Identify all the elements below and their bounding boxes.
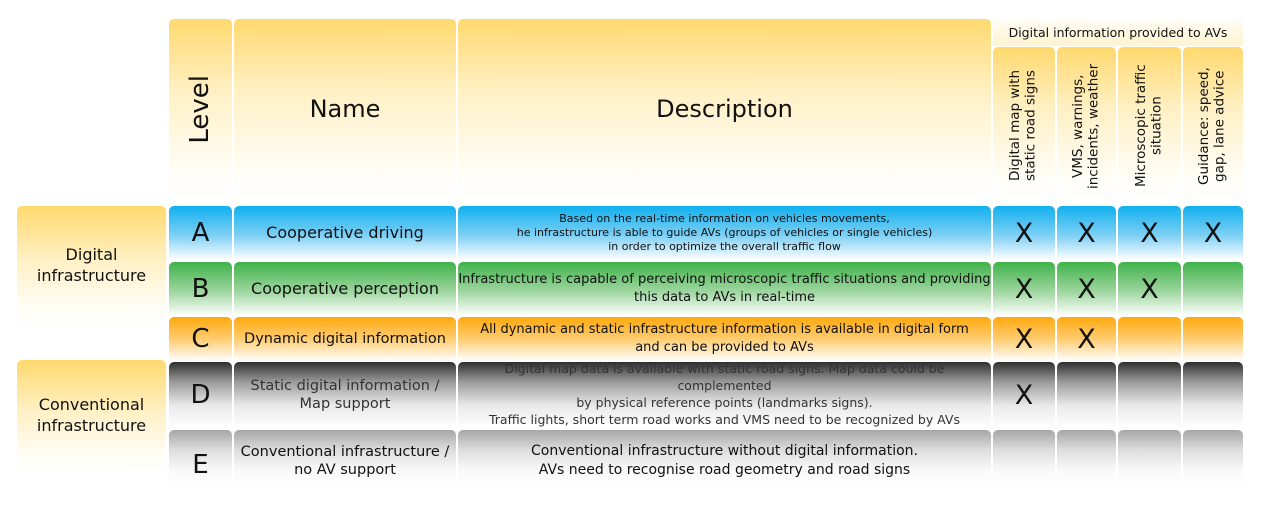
mark-cell-B-1: X bbox=[993, 262, 1055, 316]
name-cell-A: Cooperative driving bbox=[234, 206, 456, 260]
header-info-col-4: Guidance: speed, gap, lane advice bbox=[1183, 47, 1243, 199]
level-letter: E bbox=[192, 450, 209, 480]
header-level-label: Level bbox=[184, 74, 215, 144]
header-name: Name bbox=[234, 19, 456, 199]
x-mark: X bbox=[1140, 273, 1159, 305]
header-info-col-4-label: Guidance: speed, gap, lane advice bbox=[1196, 67, 1228, 185]
header-description-label: Description bbox=[656, 95, 793, 123]
mark-cell-A-2: X bbox=[1057, 206, 1116, 260]
level-letter: B bbox=[191, 274, 210, 304]
header-digital-info-group-label: Digital information provided to AVs bbox=[1008, 25, 1228, 40]
level-letter: D bbox=[190, 380, 211, 410]
mark-cell-C-2: X bbox=[1057, 317, 1116, 361]
name-cell-C: Dynamic digital information bbox=[234, 317, 456, 361]
mark-cell-B-4 bbox=[1183, 262, 1243, 316]
header-level: Level bbox=[169, 19, 232, 199]
group-conventional-infrastructure: Conventional infrastructure bbox=[17, 360, 166, 472]
name-cell-E: Conventional infrastructure / no AV supp… bbox=[234, 430, 456, 486]
level-name: Dynamic digital information bbox=[244, 330, 446, 347]
mark-cell-B-3: X bbox=[1118, 262, 1181, 316]
level-letter: A bbox=[191, 218, 210, 248]
level-description: Conventional infrastructure without digi… bbox=[530, 443, 919, 478]
mark-cell-A-4: X bbox=[1183, 206, 1243, 260]
description-cell-D: Digital map data is available with stati… bbox=[458, 361, 991, 428]
header-digital-info-group: Digital information provided to AVs bbox=[993, 19, 1243, 46]
level-description: Infrastructure is capable of perceiving … bbox=[458, 272, 991, 305]
header-info-col-2: VMS, warnings, incidents, weather bbox=[1057, 47, 1116, 199]
mark-cell-C-4 bbox=[1183, 317, 1243, 361]
header-info-col-2-label: VMS, warnings, incidents, weather bbox=[1069, 63, 1102, 189]
level-cell-A: A bbox=[169, 206, 232, 260]
mark-cell-C-1: X bbox=[993, 317, 1055, 361]
level-name: Cooperative driving bbox=[266, 223, 424, 242]
level-name: Conventional infrastructure / no AV supp… bbox=[240, 443, 450, 478]
x-mark: X bbox=[1140, 217, 1159, 249]
mark-cell-D-3 bbox=[1118, 362, 1181, 428]
description-cell-C: All dynamic and static infrastructure in… bbox=[458, 317, 991, 361]
name-cell-D: Static digital information / Map support bbox=[234, 362, 456, 428]
x-mark: X bbox=[1077, 217, 1096, 249]
level-cell-B: B bbox=[169, 262, 232, 316]
header-info-col-3: Microscopic traffic situation bbox=[1118, 47, 1181, 199]
x-mark: X bbox=[1014, 323, 1034, 355]
description-cell-E: Conventional infrastructure without digi… bbox=[458, 430, 991, 486]
level-letter: C bbox=[191, 324, 210, 354]
x-mark: X bbox=[1014, 379, 1034, 411]
mark-cell-E-1 bbox=[993, 430, 1055, 486]
mark-cell-B-2: X bbox=[1057, 262, 1116, 316]
group-digital-infrastructure: Digital infrastructure bbox=[17, 206, 166, 326]
x-mark: X bbox=[1077, 323, 1096, 355]
level-cell-C: C bbox=[169, 317, 232, 361]
description-cell-A: Based on the real-time information on ve… bbox=[458, 206, 991, 260]
header-info-col-1-label: Digital map with static road signs bbox=[1007, 70, 1039, 182]
mark-cell-A-3: X bbox=[1118, 206, 1181, 260]
level-cell-D: D bbox=[169, 362, 232, 428]
level-description: All dynamic and static infrastructure in… bbox=[480, 322, 969, 355]
x-mark: X bbox=[1014, 273, 1034, 305]
level-name: Cooperative perception bbox=[251, 279, 439, 298]
mark-cell-C-3 bbox=[1118, 317, 1181, 361]
level-description: Based on the real-time information on ve… bbox=[516, 211, 933, 254]
x-mark: X bbox=[1077, 273, 1096, 305]
mark-cell-D-2 bbox=[1057, 362, 1116, 428]
mark-cell-D-4 bbox=[1183, 362, 1243, 428]
level-name: Static digital information / Map support bbox=[250, 377, 440, 412]
header-name-label: Name bbox=[309, 95, 381, 123]
description-cell-B: Infrastructure is capable of perceiving … bbox=[458, 262, 991, 316]
header-info-col-1: Digital map with static road signs bbox=[993, 47, 1055, 199]
x-mark: X bbox=[1014, 217, 1034, 249]
header-description: Description bbox=[458, 19, 991, 199]
group-conventional-label: Conventional infrastructure bbox=[36, 395, 147, 435]
header-info-col-3-label: Microscopic traffic situation bbox=[1132, 64, 1165, 188]
mark-cell-E-2 bbox=[1057, 430, 1116, 486]
name-cell-B: Cooperative perception bbox=[234, 262, 456, 316]
mark-cell-A-1: X bbox=[993, 206, 1055, 260]
mark-cell-D-1: X bbox=[993, 362, 1055, 428]
group-digital-label: Digital infrastructure bbox=[36, 245, 147, 285]
level-description: Digital map data is available with stati… bbox=[488, 361, 960, 427]
level-cell-E: E bbox=[169, 430, 232, 486]
mark-cell-E-4 bbox=[1183, 430, 1243, 486]
mark-cell-E-3 bbox=[1118, 430, 1181, 486]
x-mark: X bbox=[1203, 217, 1223, 249]
